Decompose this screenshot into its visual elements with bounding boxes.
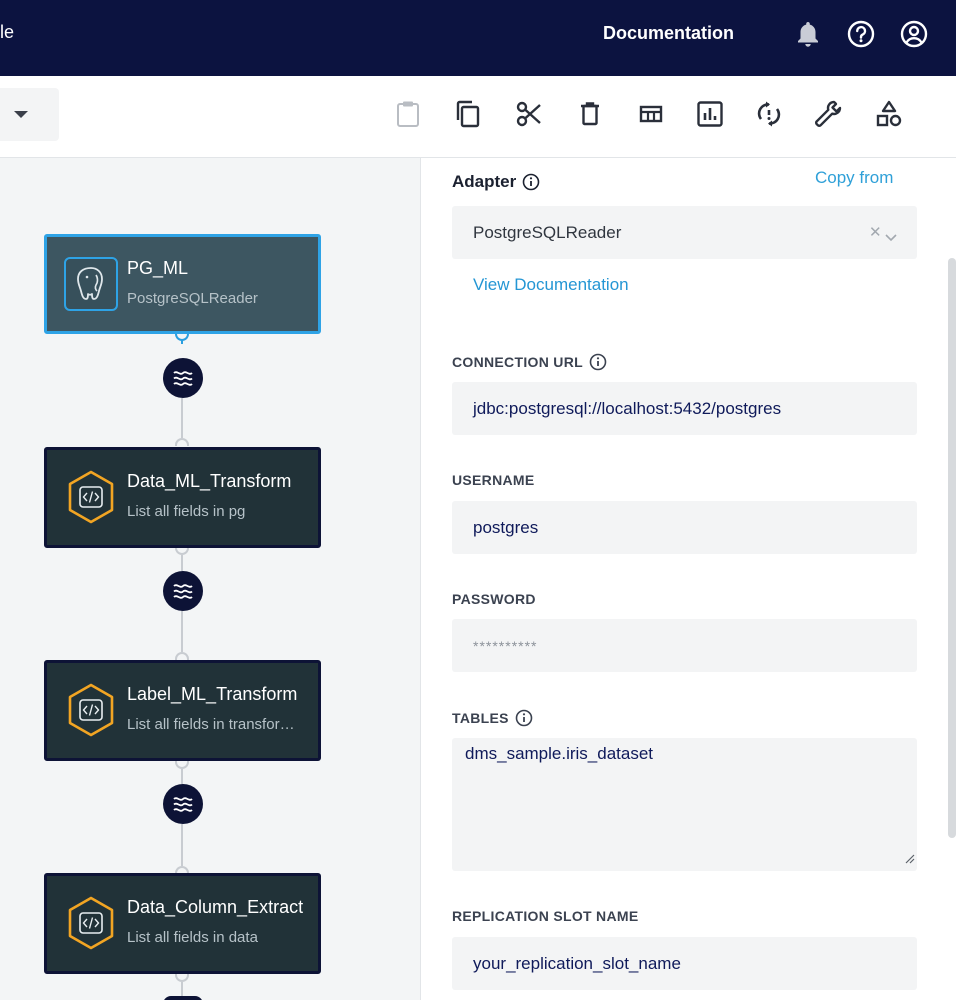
tables-textarea[interactable]: dms_sample.iris_dataset [452,738,917,871]
password-field[interactable]: ********** [452,619,917,672]
replication-slot-value: your_replication_slot_name [473,953,681,973]
delete-icon[interactable] [574,98,606,130]
replication-slot-label: REPLICATION SLOT NAME [452,908,638,924]
stream-waves-icon[interactable] [163,996,203,1000]
copy-from-link[interactable]: Copy from [815,168,893,188]
stream-waves-icon[interactable] [163,571,203,611]
adapter-label: Adapter [452,172,540,192]
node-subtitle: List all fields in data [127,929,258,946]
view-documentation-link[interactable]: View Documentation [473,275,629,295]
username-label-text: USERNAME [452,472,535,488]
connection-url-label-text: CONNECTION URL [452,354,583,370]
documentation-link[interactable]: Documentation [603,23,734,44]
node-subtitle: List all fields in transfor… [127,716,295,733]
node-title: Data_Column_Extract [127,897,304,917]
tables-label-text: TABLES [452,710,509,726]
clear-icon[interactable]: ✕ [869,223,882,241]
caret-down-icon [14,111,28,118]
stream-waves-icon[interactable] [163,358,203,398]
adapter-select[interactable]: PostgreSQLReader ✕ [452,206,917,259]
top-navigation-bar: le Documentation [0,0,956,76]
flow-node-data-column-extract[interactable]: Data_Column_Extract List all fields in d… [44,873,321,974]
chart-icon[interactable] [694,98,726,130]
paste-icon[interactable] [392,98,424,130]
info-icon[interactable] [515,709,533,727]
resize-grip-icon[interactable] [905,849,915,869]
password-label: PASSWORD [452,591,536,607]
sync-alert-icon[interactable] [753,98,785,130]
node-title: Label_ML_Transform [127,684,298,704]
password-label-text: PASSWORD [452,591,536,607]
tables-label: TABLES [452,709,533,727]
node-subtitle: PostgreSQLReader [127,290,258,307]
connection-url-value: jdbc:postgresql://localhost:5432/postgre… [473,398,782,418]
replication-slot-label-text: REPLICATION SLOT NAME [452,908,639,924]
connector-line [181,824,183,866]
replication-slot-field[interactable]: your_replication_slot_name [452,937,917,990]
node-subtitle: List all fields in pg [127,503,246,520]
truncated-nav-label[interactable]: le [0,22,14,43]
layout-icon[interactable] [635,98,667,130]
shapes-icon[interactable] [873,98,905,130]
password-value: ********** [473,637,538,654]
username-value: postgres [473,517,539,537]
connector-line [181,769,183,784]
tables-value: dms_sample.iris_dataset [465,744,654,763]
app-selector-dropdown[interactable] [0,88,59,141]
connector-line [181,610,183,652]
connector-line [181,398,183,438]
code-hexagon-icon [64,683,118,737]
help-icon[interactable] [845,18,877,50]
flow-node-data-ml-transform[interactable]: Data_ML_Transform List all fields in pg [44,447,321,548]
node-title: Data_ML_Transform [127,471,292,491]
connection-url-field[interactable]: jdbc:postgresql://localhost:5432/postgre… [452,382,917,435]
connection-url-label: CONNECTION URL [452,353,607,371]
flow-node-label-ml-transform[interactable]: Label_ML_Transform List all fields in tr… [44,660,321,761]
code-hexagon-icon [64,470,118,524]
username-field[interactable]: postgres [452,501,917,554]
flow-node-pg-ml[interactable]: PG_ML PostgreSQLReader [44,234,321,334]
postgresql-elephant-icon [64,257,118,311]
code-hexagon-icon [64,896,118,950]
connector-line [181,555,183,571]
username-label: USERNAME [452,472,535,488]
adapter-label-text: Adapter [452,172,517,191]
editor-toolbar [0,76,956,158]
adapter-select-value: PostgreSQLReader [473,222,622,242]
copy-icon[interactable] [452,98,484,130]
info-icon[interactable] [522,173,540,191]
wrench-icon[interactable] [812,98,844,130]
input-port[interactable] [175,438,189,446]
cut-icon[interactable] [513,98,545,130]
user-account-icon[interactable] [898,18,930,50]
bell-icon[interactable] [792,18,824,50]
stream-waves-icon[interactable] [163,784,203,824]
panel-scrollbar[interactable] [948,258,956,838]
info-icon[interactable] [589,353,607,371]
node-title: PG_ML [127,258,189,278]
input-port[interactable] [175,652,189,660]
chevron-down-icon[interactable] [885,227,897,247]
